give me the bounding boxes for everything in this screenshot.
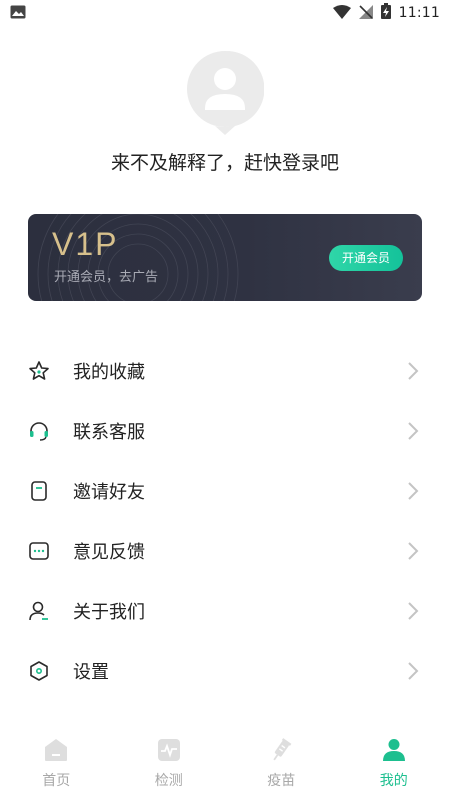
- avatar[interactable]: [186, 50, 265, 136]
- nav-item-mine[interactable]: 我的: [338, 728, 450, 800]
- avatar-placeholder-icon: [187, 50, 265, 135]
- menu-item-invite-friends[interactable]: 邀请好友: [0, 461, 450, 521]
- vip-title: V1P: [52, 226, 119, 262]
- home-icon: [42, 736, 70, 764]
- chevron-right-icon: [408, 542, 419, 560]
- menu-item-settings[interactable]: 设置: [0, 641, 450, 701]
- profile-icon: [380, 736, 408, 764]
- vip-subtitle: 开通会员，去广告: [54, 270, 159, 285]
- settings-icon: [28, 660, 50, 682]
- person-icon: [28, 600, 50, 622]
- no-signal-icon: [358, 4, 373, 23]
- gallery-notification-icon: [10, 4, 26, 23]
- open-membership-button[interactable]: 开通会员: [329, 245, 403, 271]
- menu-item-label: 我的收藏: [73, 362, 145, 383]
- menu-item-label: 邀请好友: [73, 482, 145, 503]
- bottom-nav: 首页 检测 疫苗 我的: [0, 728, 450, 800]
- nav-item-detect[interactable]: 检测: [113, 728, 226, 800]
- menu-item-about-us[interactable]: 关于我们: [0, 581, 450, 641]
- headset-icon: [28, 420, 50, 442]
- battery-charging-icon: [380, 3, 391, 23]
- status-bar: 11:11: [0, 0, 450, 26]
- chevron-right-icon: [408, 602, 419, 620]
- menu-item-customer-service[interactable]: 联系客服: [0, 401, 450, 461]
- nav-label: 首页: [42, 773, 71, 789]
- invite-icon: [28, 480, 50, 502]
- star-icon: [28, 360, 50, 382]
- chevron-right-icon: [408, 422, 419, 440]
- syringe-icon: [267, 736, 295, 764]
- monitor-icon: [155, 736, 183, 764]
- nav-label: 我的: [379, 773, 408, 789]
- chevron-right-icon: [408, 482, 419, 500]
- nav-label: 检测: [154, 773, 183, 789]
- wifi-icon: [332, 4, 351, 23]
- menu-item-label: 联系客服: [73, 422, 145, 443]
- menu-item-label: 意见反馈: [73, 542, 145, 563]
- nav-item-home[interactable]: 首页: [0, 728, 113, 800]
- chevron-right-icon: [408, 662, 419, 680]
- menu-item-feedback[interactable]: 意见反馈: [0, 521, 450, 581]
- menu-item-label: 设置: [73, 662, 109, 683]
- chevron-right-icon: [408, 362, 419, 380]
- menu-list: 我的收藏 联系客服 邀请好友 意见反馈 关于我们 设置: [0, 341, 450, 701]
- nav-label: 疫苗: [267, 773, 296, 789]
- vip-card[interactable]: V1P 开通会员，去广告 开通会员: [28, 214, 422, 301]
- menu-item-label: 关于我们: [73, 602, 145, 623]
- status-time: 11:11: [398, 5, 440, 21]
- feedback-icon: [28, 540, 50, 562]
- login-prompt[interactable]: 来不及解释了，赶快登录吧: [0, 148, 450, 175]
- menu-item-favorites[interactable]: 我的收藏: [0, 341, 450, 401]
- nav-item-vaccine[interactable]: 疫苗: [225, 728, 338, 800]
